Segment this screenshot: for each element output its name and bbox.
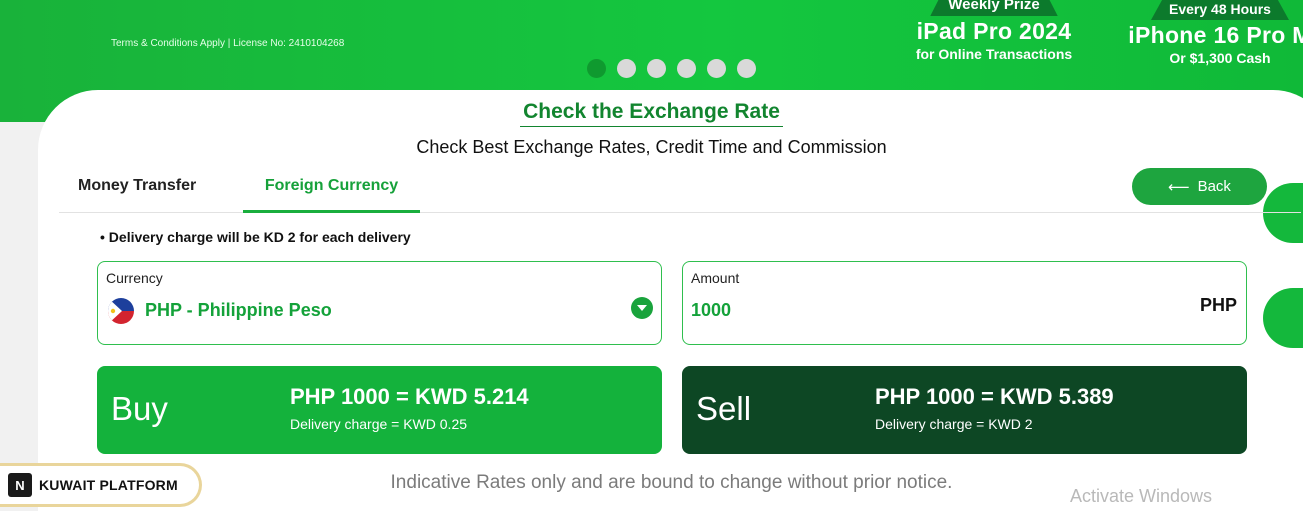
windows-watermark: Activate Windows [1070, 486, 1213, 506]
sell-delivery-charge: Delivery charge = KWD 2 [875, 416, 1033, 432]
kuwait-platform-name: KUWAIT PLATFORM [39, 477, 178, 493]
currency-value: PHP - Philippine Peso [145, 300, 332, 320]
page-subtitle: Check Best Exchange Rates, Credit Time a… [416, 137, 887, 157]
currency-select[interactable]: Currency PHP - Philippine Peso [97, 261, 662, 345]
terms-text: Terms & Conditions Apply | License No: 2… [111, 38, 345, 49]
48h-prize-sub: Or $1,300 Cash [1169, 50, 1271, 66]
page-title: Check the Exchange Rate [520, 100, 783, 127]
carousel-dot-6[interactable] [737, 59, 756, 78]
tab-bar: Money Transfer Foreign Currency [59, 166, 1301, 213]
carousel-dots [587, 59, 756, 78]
back-arrow-icon: ⟵ [1168, 178, 1190, 196]
buy-delivery-charge: Delivery charge = KWD 0.25 [290, 416, 468, 432]
buy-rate-panel: Buy PHP 1000 = KWD 5.214 Delivery charge… [97, 366, 662, 454]
back-button-label: Back [1197, 178, 1231, 195]
tab-foreign-currency[interactable]: Foreign Currency [243, 166, 420, 213]
amount-field[interactable]: Amount 1000 PHP [682, 261, 1247, 345]
buy-rate: PHP 1000 = KWD 5.214 [290, 384, 529, 409]
back-button[interactable]: ⟵ Back [1132, 168, 1267, 205]
sell-rate: PHP 1000 = KWD 5.389 [875, 384, 1114, 409]
weekly-prize-title: iPad Pro 2024 [916, 18, 1072, 44]
weekly-prize-sub: for Online Transactions [915, 46, 1073, 62]
carousel-dot-1[interactable] [587, 59, 606, 78]
amount-input[interactable]: 1000 [691, 300, 731, 321]
philippines-flag-icon [108, 298, 134, 324]
amount-label: Amount [691, 270, 740, 286]
tab-money-transfer[interactable]: Money Transfer [78, 166, 196, 213]
weekly-prize-ribbon: Weekly Prize [930, 0, 1058, 16]
amount-unit: PHP [1199, 295, 1237, 315]
page-title-wrap: Check the Exchange Rate [0, 100, 1303, 127]
carousel-dot-4[interactable] [677, 59, 696, 78]
carousel-dot-3[interactable] [647, 59, 666, 78]
48h-prize: Every 48 Hours iPhone 16 Pro M Or $1,300… [1110, 0, 1303, 66]
carousel-dot-2[interactable] [617, 59, 636, 78]
carousel-dot-5[interactable] [707, 59, 726, 78]
sell-rate-panel: Sell PHP 1000 = KWD 5.389 Delivery charg… [682, 366, 1247, 454]
delivery-note: • Delivery charge will be KD 2 for each … [100, 229, 411, 245]
weekly-prize: Weekly Prize iPad Pro 2024 for Online Tr… [902, 0, 1086, 62]
48h-prize-title: iPhone 16 Pro M [1128, 22, 1303, 48]
sell-label: Sell [696, 390, 752, 427]
48h-prize-ribbon: Every 48 Hours [1151, 0, 1289, 20]
kuwait-platform-badge[interactable]: N KUWAIT PLATFORM [0, 463, 202, 507]
kuwait-platform-logo-icon: N [8, 473, 32, 497]
chevron-down-icon[interactable] [631, 297, 653, 319]
currency-label: Currency [106, 270, 163, 286]
buy-label: Buy [111, 390, 168, 427]
